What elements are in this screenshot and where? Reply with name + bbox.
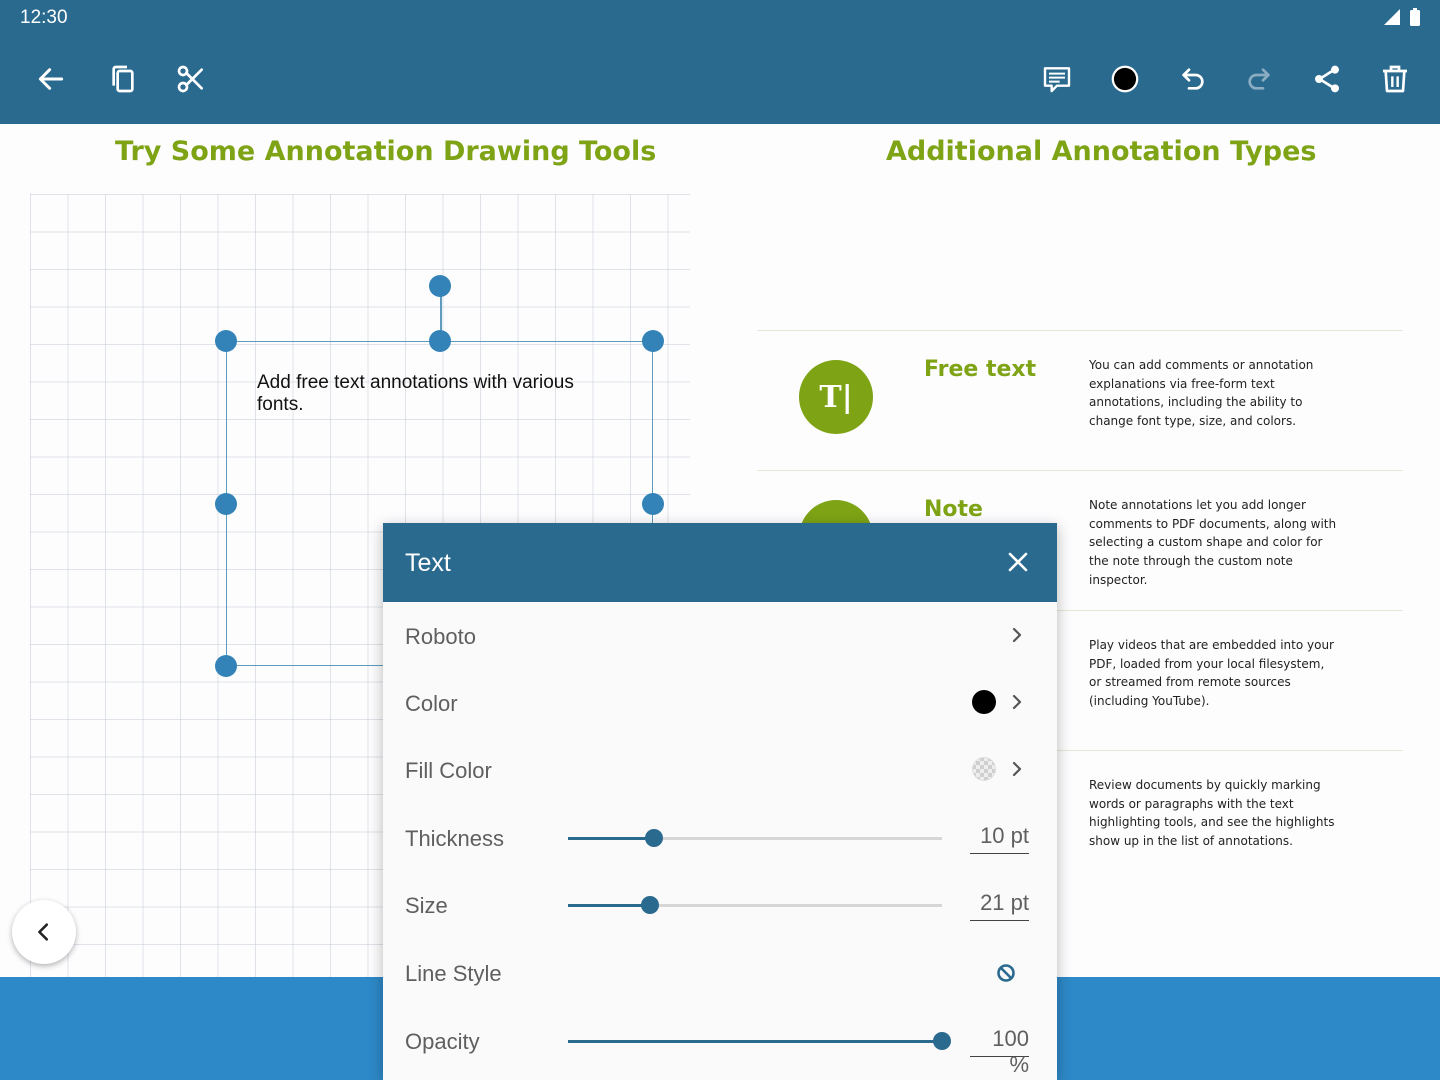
opacity-value-field[interactable]: 100 %	[970, 1026, 1029, 1077]
feature-description: Review documents by quickly marking word…	[1089, 778, 1335, 849]
undo-button[interactable]	[1170, 56, 1216, 102]
rotation-handle[interactable]	[429, 275, 451, 297]
transparent-swatch-icon	[972, 757, 996, 781]
battery-icon	[1410, 8, 1420, 26]
chevron-right-icon	[1012, 694, 1022, 710]
feature-title: Note	[924, 497, 983, 522]
slider-knob[interactable]	[645, 829, 664, 847]
resize-handle-left[interactable]	[215, 493, 237, 515]
divider	[757, 330, 1403, 331]
free-text-annotation[interactable]: Add free text annotations with various f…	[257, 372, 617, 416]
status-time: 12:30	[20, 7, 68, 28]
color-row[interactable]: Color	[383, 669, 1057, 736]
annotation-inspector: Text Roboto Color Fill Color Thickness 1…	[383, 523, 1057, 1080]
resize-handle-top-right[interactable]	[642, 330, 664, 352]
back-arrow-icon	[38, 68, 64, 90]
close-button[interactable]	[1001, 545, 1035, 579]
resize-handle-top-left[interactable]	[215, 330, 237, 352]
feature-title: Free text	[924, 357, 1037, 382]
share-button[interactable]	[1304, 56, 1350, 102]
color-button[interactable]	[1102, 56, 1148, 102]
feature-description: Play videos that are embedded into your …	[1089, 638, 1334, 709]
redo-button[interactable]	[1236, 56, 1282, 102]
comment-icon	[1043, 67, 1071, 93]
inspector-title: Text	[405, 549, 451, 577]
app-bar: 12:30	[0, 0, 1440, 124]
copy-button[interactable]	[100, 56, 146, 102]
delete-icon	[1383, 65, 1407, 93]
copy-icon	[112, 65, 134, 93]
previous-page-button[interactable]	[12, 900, 76, 964]
color-label: Color	[405, 691, 458, 716]
none-icon	[997, 964, 1015, 982]
slider-knob[interactable]	[933, 1032, 951, 1050]
free-text-feature-icon: T|	[799, 360, 873, 434]
close-icon	[1008, 552, 1028, 572]
share-icon	[1315, 65, 1339, 93]
fill-color-label: Fill Color	[405, 758, 492, 783]
thickness-slider[interactable]	[568, 829, 942, 847]
font-row[interactable]: Roboto	[383, 602, 1057, 669]
color-icon	[1111, 65, 1139, 93]
opacity-label: Opacity	[405, 1029, 480, 1054]
feature-description: You can add comments or annotation expla…	[1089, 358, 1314, 429]
status-icons	[1384, 8, 1420, 26]
resize-handle-top[interactable]	[429, 330, 451, 352]
slider-knob[interactable]	[641, 896, 660, 914]
slider-fill	[568, 837, 655, 840]
line-style-label: Line Style	[405, 961, 502, 986]
opacity-row: Opacity 100 %	[383, 1007, 1057, 1077]
right-heading: Additional Annotation Types	[886, 136, 1317, 167]
divider	[757, 470, 1403, 471]
resize-handle-right[interactable]	[642, 493, 664, 515]
color-swatch	[972, 690, 996, 714]
delete-button[interactable]	[1372, 56, 1418, 102]
left-heading: Try Some Annotation Drawing Tools	[115, 136, 657, 167]
chevron-right-icon	[1012, 761, 1022, 777]
thickness-label: Thickness	[405, 826, 505, 851]
thickness-row: Thickness 10 pt	[383, 804, 1057, 871]
scissors-icon	[177, 65, 203, 93]
size-row: Size 21 pt	[383, 871, 1057, 938]
font-label: Roboto	[405, 624, 476, 649]
chevron-right-icon	[1012, 627, 1022, 643]
thickness-value-field[interactable]: 10 pt	[970, 823, 1029, 854]
size-label: Size	[405, 893, 448, 918]
feature-description: Note annotations let you add longer comm…	[1089, 498, 1337, 587]
signal-icon	[1384, 9, 1400, 25]
resize-handle-bottom-left[interactable]	[215, 655, 237, 677]
back-button[interactable]	[28, 56, 74, 102]
chevron-left-icon	[38, 923, 49, 941]
comment-button[interactable]	[1034, 56, 1080, 102]
slider-fill	[568, 904, 651, 907]
slider-fill	[568, 1040, 942, 1043]
size-value-field[interactable]: 21 pt	[970, 890, 1029, 921]
cut-button[interactable]	[168, 56, 214, 102]
opacity-slider[interactable]	[568, 1032, 951, 1050]
undo-icon	[1182, 68, 1204, 90]
inspector-header: Text	[383, 523, 1057, 602]
line-style-row[interactable]: Line Style	[383, 939, 1057, 1006]
redo-icon	[1248, 68, 1270, 90]
fill-color-row[interactable]: Fill Color	[383, 736, 1057, 803]
size-slider[interactable]	[568, 896, 942, 914]
